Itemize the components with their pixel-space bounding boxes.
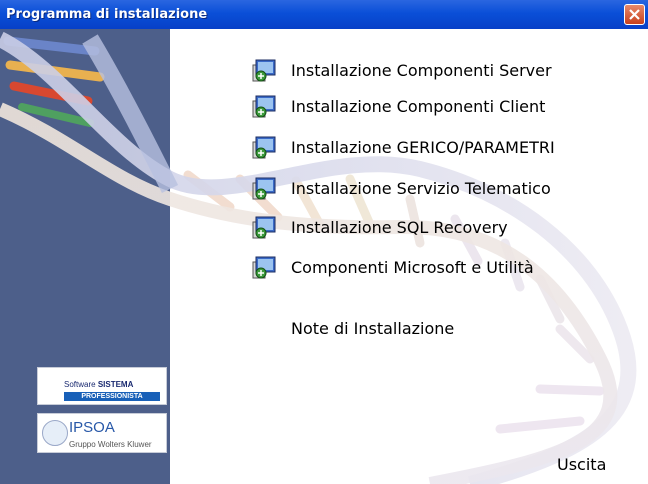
close-icon [629,9,640,20]
setup-icon [252,136,276,159]
ipsoa-emblem-icon [42,420,68,446]
setup-icon [252,59,276,82]
logo-bar-text: PROFESSIONISTA [64,392,160,401]
menu-item-label: Installazione SQL Recovery [291,217,508,237]
menu-item-label: Installazione GERICO/PARAMETRI [291,137,555,157]
menu-item-server[interactable]: Installazione Componenti Server [252,56,552,84]
title-bar: Programma di installazione [0,0,648,29]
menu-item-microsoft[interactable]: Componenti Microsoft e Utilità [252,253,534,281]
logo-text: Software SISTEMA [64,380,134,389]
menu-item-telematico[interactable]: Installazione Servizio Telematico [252,174,551,202]
menu-item-label: Installazione Componenti Client [291,96,546,116]
window-title: Programma di installazione [6,7,208,22]
setup-icon [252,256,276,279]
close-button[interactable] [624,4,645,25]
menu-item-sql-recovery[interactable]: Installazione SQL Recovery [252,213,508,241]
setup-icon [252,216,276,239]
setup-icon [252,177,276,200]
install-notes-link[interactable]: Note di Installazione [291,319,454,338]
menu-item-client[interactable]: Installazione Componenti Client [252,92,545,120]
software-sistema-logo: Software SISTEMA PROFESSIONISTA [37,367,167,405]
installer-body: Installazione Componenti Server Installa… [0,29,648,484]
exit-button[interactable]: Uscita [557,455,606,474]
menu-item-label: Installazione Componenti Server [291,60,552,80]
setup-icon [252,95,276,118]
ipsoa-name: IPSOA [69,419,115,436]
ipsoa-subtitle: Gruppo Wolters Kluwer [69,440,152,449]
menu-item-label: Installazione Servizio Telematico [291,178,551,198]
menu-item-gerico[interactable]: Installazione GERICO/PARAMETRI [252,133,555,161]
ipsoa-logo: IPSOA Gruppo Wolters Kluwer [37,413,167,453]
menu-item-label: Componenti Microsoft e Utilità [291,257,534,277]
